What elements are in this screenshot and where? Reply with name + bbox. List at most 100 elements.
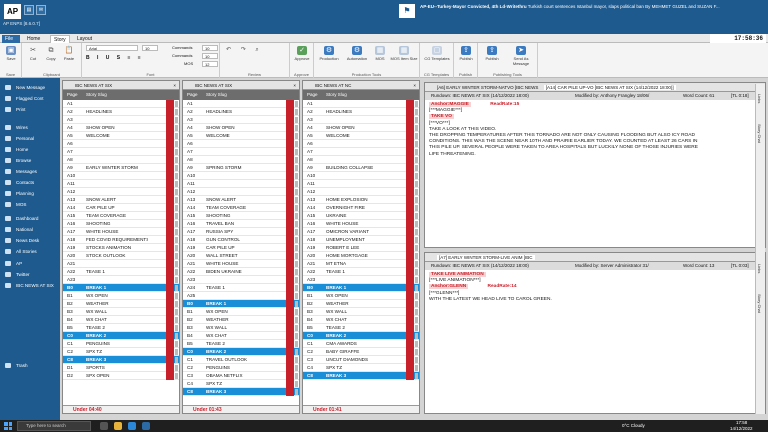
sidebar-item-home[interactable]: Home [0,144,60,155]
table-row[interactable]: B0 BREAK 1 [183,300,299,308]
save-button[interactable]: ▣ Save [4,46,18,61]
taskbar-search[interactable]: Type here to search [17,421,91,431]
table-row[interactable]: A16 WHITE HOUSE [303,220,419,228]
table-row[interactable]: A21 MT ETNA [303,260,419,268]
folder-icon[interactable]: ▤ [24,5,34,15]
table-row[interactable]: B2 WEATHER [183,316,299,324]
sidebar-item-print[interactable]: Print [0,104,60,115]
table-row[interactable]: A5 WELCOME [303,132,419,140]
table-row[interactable]: D2 SPX OPEN [63,372,179,380]
table-row[interactable]: A21 [63,260,179,268]
sidebar-item-national[interactable]: National [0,224,60,235]
table-row[interactable]: A2 HEADLINES [303,108,419,116]
table-row[interactable]: A20 STOCK OUTLOOK [63,252,179,260]
send-as-message-button[interactable]: ➤ Send As Message [506,46,536,66]
sidebar-item-dashboard[interactable]: Dashboard [0,213,60,224]
table-row[interactable]: C0 BREAK 2 [303,332,419,340]
story-text[interactable]: TAKE LIVE ANIMATION [***LIVE ANIMATION**… [425,270,765,305]
weather-status[interactable]: 0°C Cloudy [622,420,645,432]
table-row[interactable]: C8 BREAK 3 [183,388,299,396]
tray-date[interactable]: 14/12/2022 [730,423,753,432]
sidebar-item-trash[interactable]: Trash [0,360,60,371]
table-row[interactable]: A23 [303,276,419,284]
column-header[interactable]: Story Slug [326,90,347,100]
table-row[interactable]: A1 [183,100,299,108]
table-row[interactable]: B5 TEASE 2 [63,324,179,332]
sidebar-item-flagged-cont[interactable]: Flagged Cont [0,93,60,104]
table-row[interactable]: C1 TRAVEL OUTLOOK [183,356,299,364]
table-row[interactable]: A15 SHOOTING [183,212,299,220]
table-row[interactable]: A23 [63,276,179,284]
table-row[interactable]: A12 [63,188,179,196]
table-row[interactable]: A25 [183,292,299,300]
table-row[interactable]: A18 FED COVID REQUIREMENTS [63,236,179,244]
table-row[interactable]: A10 [303,172,419,180]
table-row[interactable]: A11 [183,180,299,188]
table-row[interactable]: A6 [183,140,299,148]
approve-button[interactable]: ✓ Approve [293,46,311,61]
table-row[interactable]: A19 STOCKS ANIMATION [63,244,179,252]
table-row[interactable]: B0 BREAK 1 [303,284,419,292]
table-row[interactable]: A6 [303,140,419,148]
table-row[interactable]: C0 BREAK 2 [183,348,299,356]
mos-button[interactable]: ▦ MOS [372,46,388,61]
enps-icon[interactable] [142,422,150,430]
tab-story[interactable]: Story [50,35,70,43]
sidebar-item-messages[interactable]: Messages [0,166,60,177]
table-row[interactable]: A12 [183,188,299,196]
sidebar-item-all-stories[interactable]: All Stories [0,246,60,257]
table-row[interactable]: B4 WX CHAT [303,316,419,324]
format-buttons[interactable]: B I U S ≡ ≡ [86,55,144,61]
sidebar-item-contacts[interactable]: Contacts [0,177,60,188]
table-row[interactable]: A13 SNOW ALERT [183,196,299,204]
table-row[interactable]: C1 PENGUINS [63,340,179,348]
column-header[interactable]: Page [307,90,318,100]
sidebar-item-new-message[interactable]: New Message [0,82,60,93]
table-row[interactable]: B2 WEATHER [303,300,419,308]
table-row[interactable]: C3 UNCUT DIAMONDS [303,356,419,364]
table-row[interactable]: B4 WX CHAT [183,332,299,340]
table-row[interactable]: A18 UNEMPLOYMENT [303,236,419,244]
rail-story-chat[interactable]: Story Chat [757,124,762,143]
table-row[interactable]: B1 WX OPEN [183,308,299,316]
task-view-icon[interactable] [100,422,108,430]
table-row[interactable]: A2 HEADLINES [63,108,179,116]
table-row[interactable]: A14 CAR PILE UP [63,204,179,212]
mos-select[interactable]: 12 [202,61,218,67]
table-row[interactable]: A19 CAR PILE UP [183,244,299,252]
sidebar-item-ap[interactable]: AP [0,258,60,269]
table-row[interactable]: A11 [63,180,179,188]
table-row[interactable]: B5 TEASE 2 [183,340,299,348]
editor-tab-active[interactable]: [A14] CAR PILE UP-VO [IBC NEWS AT SIX (1… [543,85,676,90]
table-row[interactable]: B3 WX WALL [303,308,419,316]
flag-icon[interactable]: ⚑ [399,4,415,18]
column-header[interactable]: Story Slug [86,90,107,100]
table-row[interactable]: A10 [183,172,299,180]
table-row[interactable]: A14 TEAM COVERAGE [183,204,299,212]
table-row[interactable]: B4 WX CHAT [63,316,179,324]
rail-links[interactable]: Links [757,94,762,103]
table-row[interactable]: A13 HOME EXPLOSION [303,196,419,204]
table-row[interactable]: A12 [303,188,419,196]
font-name-select[interactable]: Arial [86,45,138,51]
table-row[interactable]: C2 BABY GIRAFFE [303,348,419,356]
file-explorer-icon[interactable] [114,422,122,430]
table-row[interactable]: A11 [303,180,419,188]
table-row[interactable]: B0 BREAK 1 [63,284,179,292]
table-row[interactable]: A17 WHITE HOUSE [63,228,179,236]
table-row[interactable]: A9 EARLY WINTER STORM [63,164,179,172]
table-row[interactable]: B5 TEASE 2 [303,324,419,332]
table-row[interactable]: A16 TRAVEL BAN [183,220,299,228]
table-row[interactable]: A18 GUN CONTROL [183,236,299,244]
table-row[interactable]: C2 PENGUINS [183,364,299,372]
table-row[interactable]: A3 [63,116,179,124]
table-row[interactable]: A20 HOME MORTGAGE [303,252,419,260]
table-row[interactable]: A13 SNOW ALERT [63,196,179,204]
column-header[interactable]: Story Slug [206,90,227,100]
table-row[interactable]: B2 WEATHER [63,300,179,308]
font-size-select[interactable]: 10 [142,45,158,51]
table-row[interactable]: A5 WELCOME [63,132,179,140]
rail-story-chat-2[interactable]: Story Chat [757,294,762,313]
sidebar-item-browse[interactable]: Browse [0,155,60,166]
table-row[interactable]: A1 [303,100,419,108]
